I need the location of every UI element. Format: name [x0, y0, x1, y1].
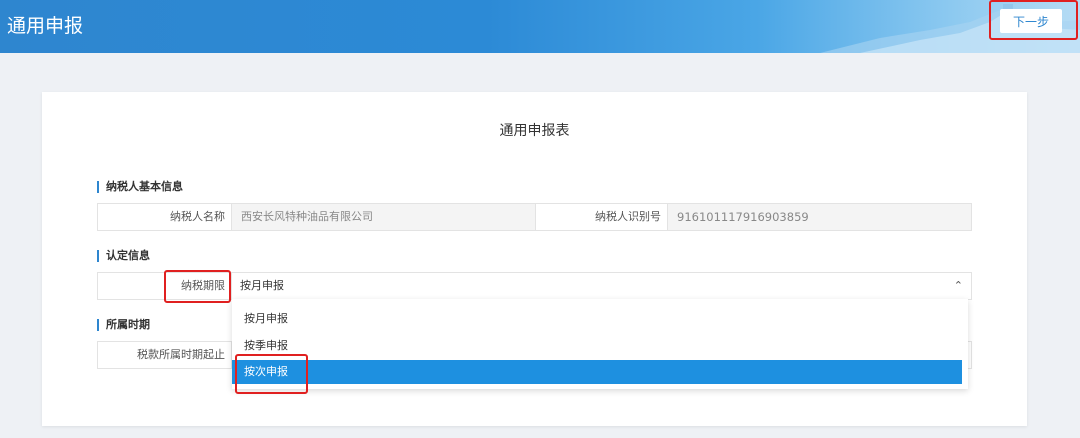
dropdown-option-per-time[interactable]: 按次申报 [232, 360, 962, 384]
tax-period-selected-value: 按月申报 [240, 279, 284, 292]
dropdown-option-monthly[interactable]: 按月申报 [232, 307, 962, 331]
basic-info-row: 纳税人名称 西安长风特种油品有限公司 纳税人识别号 91610111791690… [97, 203, 972, 231]
taxpayer-id-value: 916101117916903859 [668, 204, 971, 230]
period-start-label: 税款所属时期起止 [137, 348, 225, 361]
section-period: 所属时期 [97, 319, 150, 331]
taxpayer-name-value: 西安长风特种油品有限公司 [232, 204, 535, 230]
top-header: 通用申报 [0, 0, 1080, 53]
form-title: 通用申报表 [499, 123, 570, 139]
dropdown-option-quarterly[interactable]: 按季申报 [232, 334, 962, 358]
taxpayer-id-label: 纳税人识别号 [595, 210, 661, 223]
next-step-button[interactable]: 下一步 [1000, 9, 1062, 33]
chevron-up-icon: ⌃ [953, 279, 963, 292]
option-highlight [235, 354, 308, 394]
page-title: 通用申报 [7, 15, 84, 37]
tax-period-select[interactable]: 按月申报 ⌃ [232, 273, 971, 299]
taxpayer-name-label: 纳税人名称 [170, 210, 225, 223]
tax-period-label-highlight [164, 270, 231, 303]
tax-period-dropdown: 按月申报 按季申报 按次申报 [232, 299, 968, 389]
section-basic-info: 纳税人基本信息 [97, 181, 183, 193]
section-auth-info: 认定信息 [97, 250, 150, 262]
